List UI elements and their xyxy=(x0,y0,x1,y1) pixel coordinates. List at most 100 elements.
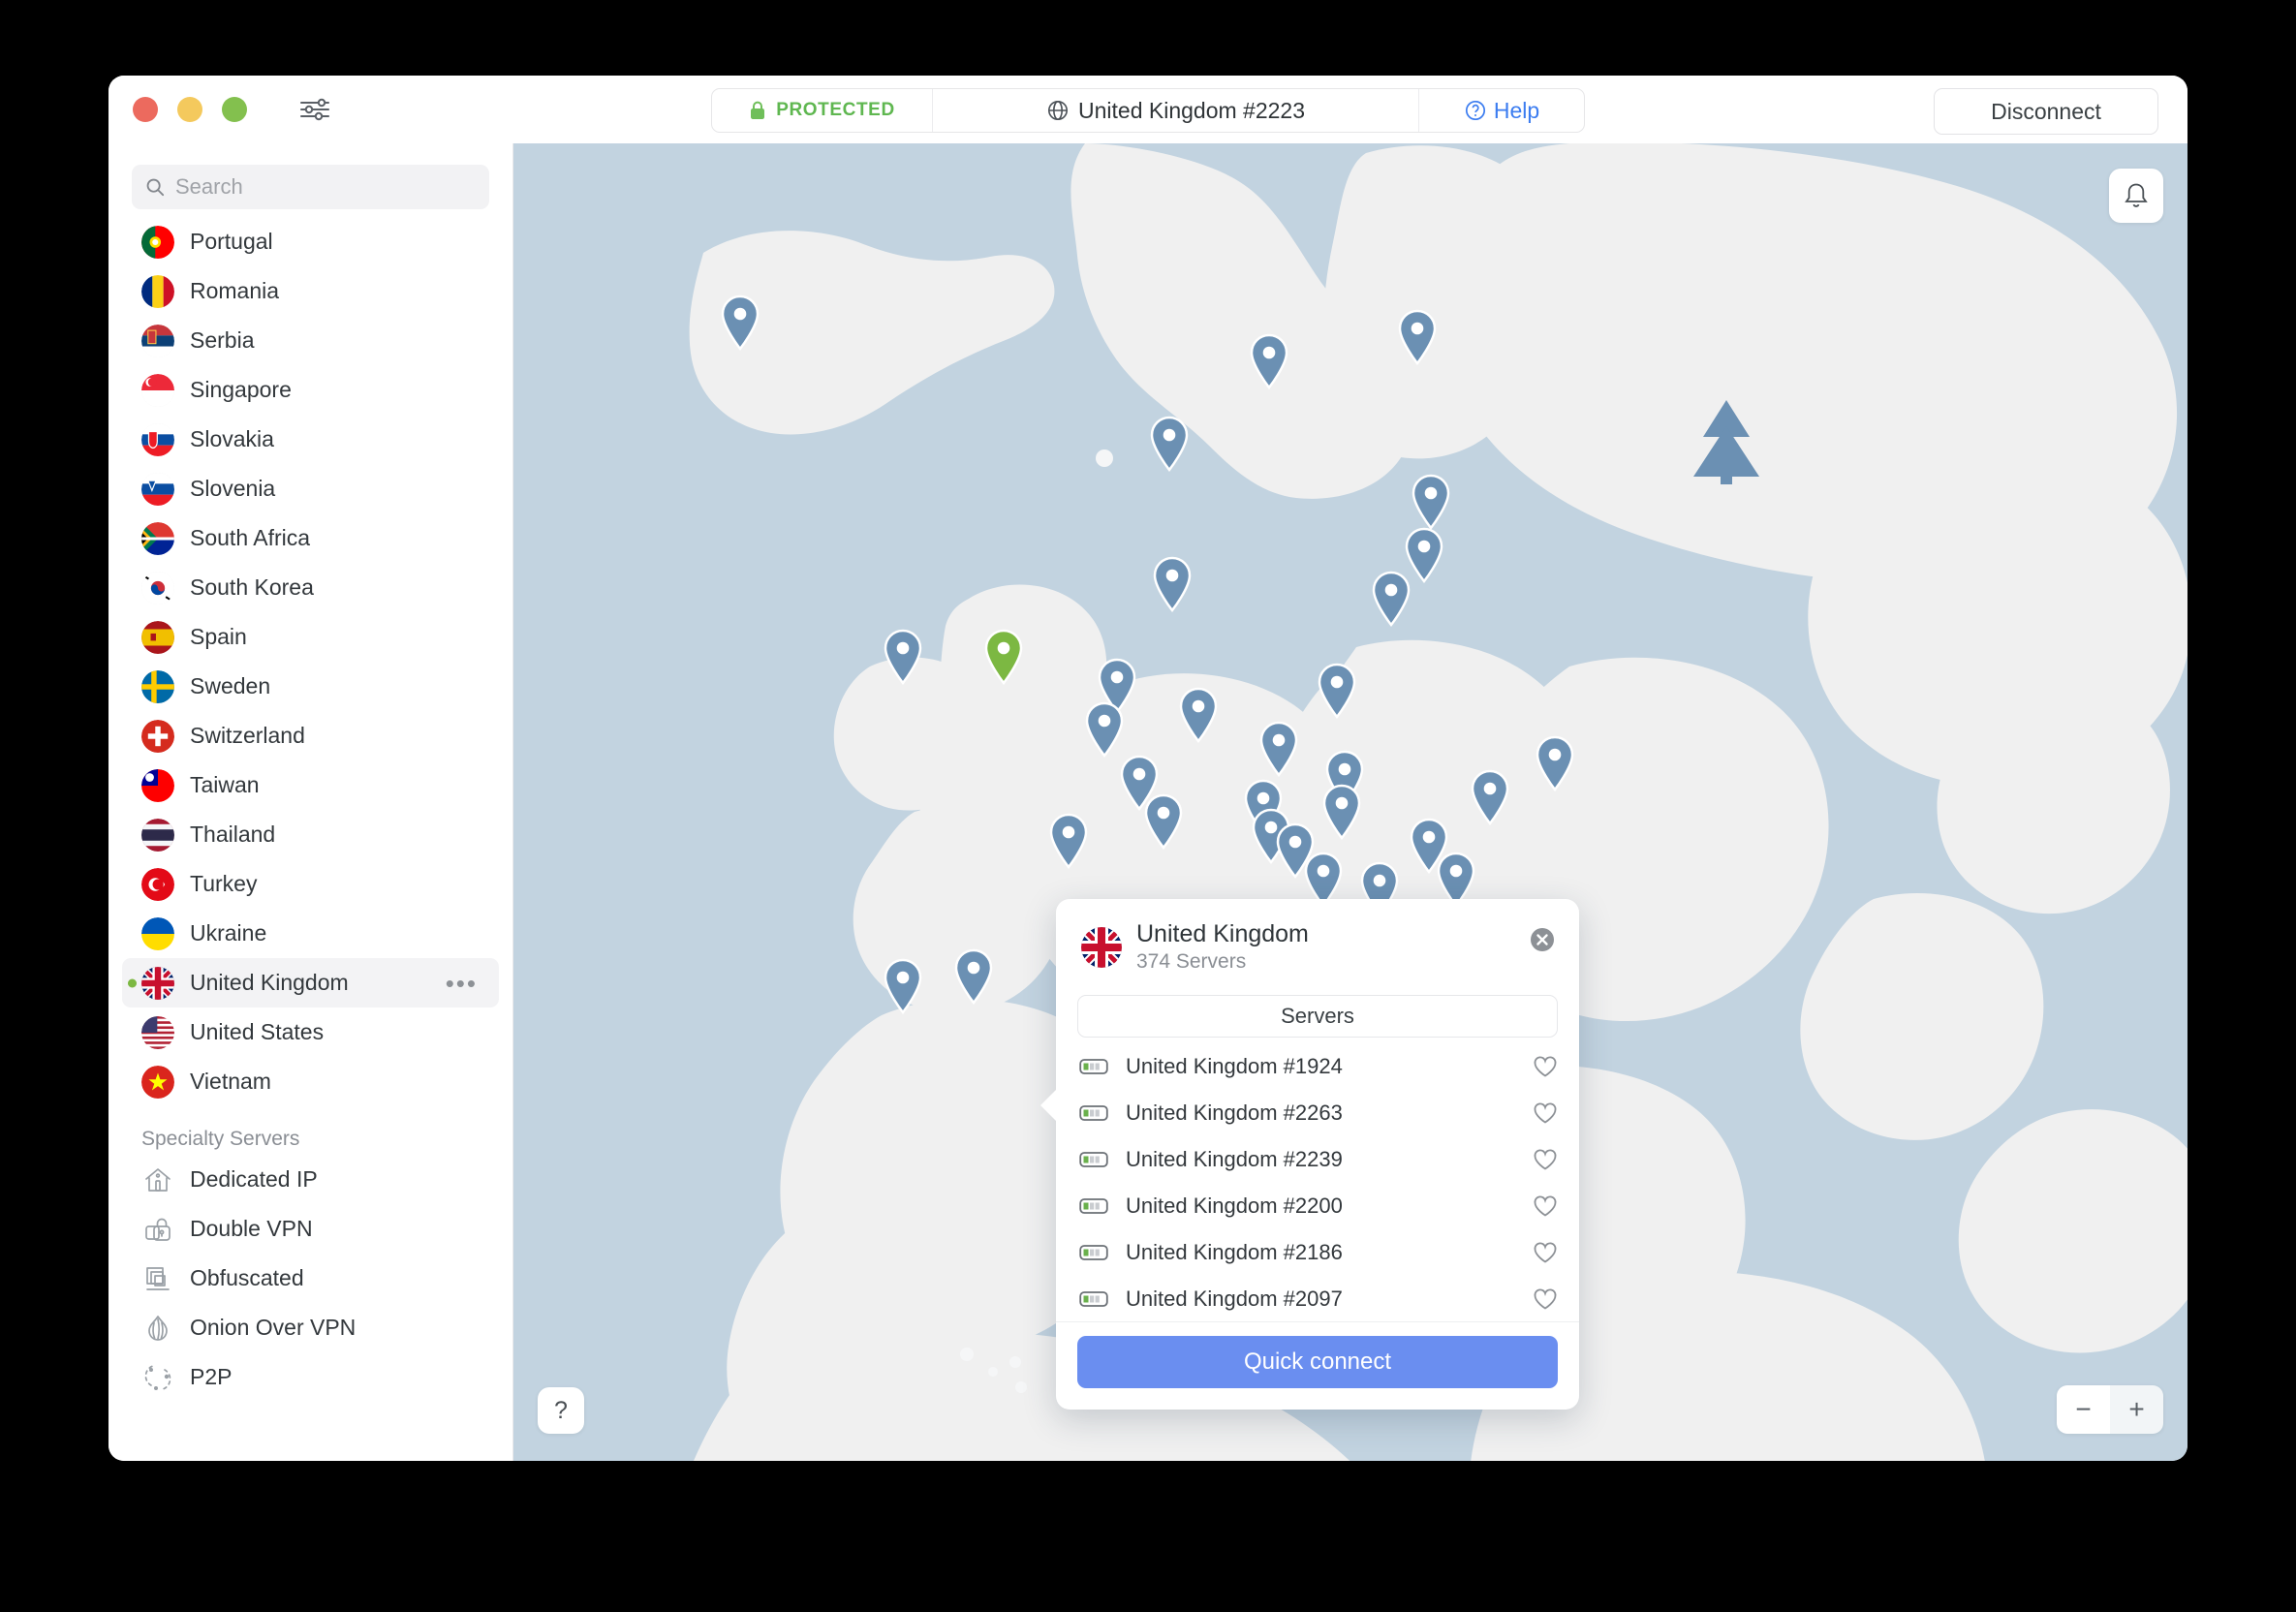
sidebar-country-portugal[interactable]: Portugal xyxy=(122,217,499,266)
heart-icon[interactable] xyxy=(1533,1287,1558,1311)
disconnect-button[interactable]: Disconnect xyxy=(1934,88,2158,135)
sidebar-country-serbia[interactable]: Serbia xyxy=(122,316,499,365)
map-help-button[interactable]: ? xyxy=(538,1387,584,1434)
map-pin[interactable] xyxy=(1176,686,1221,744)
map-pin[interactable] xyxy=(1319,783,1364,841)
house-ip-icon xyxy=(141,1163,174,1196)
sidebar-country-turkey[interactable]: Turkey xyxy=(122,859,499,909)
server-list-item[interactable]: United Kingdom #2186 xyxy=(1056,1229,1579,1276)
map-pin[interactable] xyxy=(1533,734,1577,792)
map-zoom-out-button[interactable]: − xyxy=(2057,1385,2110,1434)
server-list-item[interactable]: United Kingdom #2263 xyxy=(1056,1090,1579,1136)
server-load-icon xyxy=(1079,1102,1108,1124)
sidebar-country-south-africa[interactable]: South Africa xyxy=(122,513,499,563)
specialty-p2p[interactable]: P2P xyxy=(122,1352,499,1402)
map-pin[interactable] xyxy=(1409,473,1453,531)
specialty-onion-over-vpn[interactable]: Onion Over VPN xyxy=(122,1303,499,1352)
sidebar-country-singapore[interactable]: Singapore xyxy=(122,365,499,415)
flag-icon-rs xyxy=(141,324,174,357)
flag-icon-za xyxy=(141,521,174,555)
country-label: Switzerland xyxy=(190,723,305,748)
map-pin[interactable] xyxy=(1369,570,1413,628)
flag-icon-ua xyxy=(141,916,174,950)
map-pin[interactable] xyxy=(1141,792,1186,851)
sidebar-country-romania[interactable]: Romania xyxy=(122,266,499,316)
help-button[interactable]: Help xyxy=(1419,89,1584,132)
sidebar-country-switzerland[interactable]: Switzerland xyxy=(122,711,499,760)
sidebar-country-thailand[interactable]: Thailand xyxy=(122,810,499,859)
server-list-item[interactable]: United Kingdom #2097 xyxy=(1056,1276,1579,1322)
server-list-item[interactable]: United Kingdom #2200 xyxy=(1056,1183,1579,1229)
map-pin[interactable] xyxy=(1395,308,1440,366)
sidebar-country-slovakia[interactable]: Slovakia xyxy=(122,415,499,464)
sidebar-country-taiwan[interactable]: Taiwan xyxy=(122,760,499,810)
map-pin[interactable] xyxy=(881,628,925,686)
quick-connect-button[interactable]: Quick connect xyxy=(1077,1336,1558,1388)
map-pin-active[interactable] xyxy=(981,628,1026,686)
map-pin[interactable] xyxy=(1082,700,1127,759)
map-zoom-in-button[interactable]: + xyxy=(2110,1385,2163,1434)
obfuscated-icon xyxy=(141,1262,174,1295)
connected-indicator-dot xyxy=(128,978,137,987)
sidebar-country-united-kingdom[interactable]: United Kingdom ••• xyxy=(122,958,499,1008)
heart-icon[interactable] xyxy=(1533,1194,1558,1218)
map-pin[interactable] xyxy=(1257,720,1301,778)
sidebar-country-vietnam[interactable]: Vietnam xyxy=(122,1057,499,1106)
flag-icon-si xyxy=(141,472,174,506)
country-server-popup: United Kingdom 374 Servers Servers Unite… xyxy=(1040,899,1579,1410)
minimize-window-button[interactable] xyxy=(177,97,202,122)
world-map[interactable]: ? − + United Kingdom 374 Servers Servers… xyxy=(513,143,2187,1461)
close-window-button[interactable] xyxy=(133,97,158,122)
map-pin[interactable] xyxy=(1150,555,1195,613)
protected-status: PROTECTED xyxy=(712,89,933,132)
popup-header: United Kingdom 374 Servers xyxy=(1056,899,1579,977)
heart-icon[interactable] xyxy=(1533,1148,1558,1171)
popup-server-count: 374 Servers xyxy=(1136,950,1247,973)
map-pin[interactable] xyxy=(1315,662,1359,720)
sidebar-country-sweden[interactable]: Sweden xyxy=(122,662,499,711)
sidebar-country-united-states[interactable]: United States xyxy=(122,1008,499,1057)
popup-tail xyxy=(1040,1089,1057,1122)
sidebar-country-slovenia[interactable]: Slovenia xyxy=(122,464,499,513)
specialty-double-vpn[interactable]: Double VPN xyxy=(122,1204,499,1254)
server-list-item[interactable]: United Kingdom #2239 xyxy=(1056,1136,1579,1183)
sidebar-country-south-korea[interactable]: South Korea xyxy=(122,563,499,612)
flag-icon-tr xyxy=(141,867,174,901)
specialty-dedicated-ip[interactable]: Dedicated IP xyxy=(122,1155,499,1204)
map-pin[interactable] xyxy=(1147,415,1192,473)
flag-icon-pt xyxy=(141,225,174,259)
maximize-window-button[interactable] xyxy=(222,97,247,122)
sidebar-country-ukraine[interactable]: Ukraine xyxy=(122,909,499,958)
server-list-item[interactable]: United Kingdom #1924 xyxy=(1056,1043,1579,1090)
map-pin[interactable] xyxy=(881,957,925,1015)
specialty-obfuscated[interactable]: Obfuscated xyxy=(122,1254,499,1303)
sidebar: Portugal Romania Serbia Singapore Slovakia Sl… xyxy=(109,143,513,1461)
flag-icon-es xyxy=(141,620,174,654)
heart-icon[interactable] xyxy=(1533,1055,1558,1078)
map-pin[interactable] xyxy=(1046,812,1091,870)
specialty-servers-header: Specialty Servers xyxy=(141,1128,300,1150)
country-row-more-icon[interactable]: ••• xyxy=(446,971,478,996)
help-label: Help xyxy=(1493,97,1540,123)
heart-icon[interactable] xyxy=(1533,1241,1558,1264)
popup-servers-tab[interactable]: Servers xyxy=(1077,995,1558,1038)
map-pin[interactable] xyxy=(951,947,996,1006)
popup-close-button[interactable] xyxy=(1529,926,1556,953)
p2p-icon xyxy=(141,1361,174,1394)
country-label: South Korea xyxy=(190,574,314,600)
map-pin[interactable] xyxy=(1468,768,1512,826)
app-window: PROTECTED United Kingdom #2223 Help Disc… xyxy=(109,76,2187,1461)
sidebar-country-spain[interactable]: Spain xyxy=(122,612,499,662)
double-lock-icon xyxy=(141,1213,174,1246)
close-circle-icon xyxy=(1531,928,1554,951)
server-load-icon xyxy=(1079,1288,1108,1310)
heart-icon[interactable] xyxy=(1533,1101,1558,1125)
current-server-chip[interactable]: United Kingdom #2223 xyxy=(933,89,1419,132)
settings-sliders-icon[interactable] xyxy=(295,93,334,126)
search-box[interactable] xyxy=(132,165,489,209)
map-pin[interactable] xyxy=(1247,332,1291,390)
search-input[interactable] xyxy=(175,174,476,200)
specialty-label: Obfuscated xyxy=(190,1265,304,1290)
map-pin[interactable] xyxy=(718,294,762,352)
notifications-bell-button[interactable] xyxy=(2109,169,2163,223)
